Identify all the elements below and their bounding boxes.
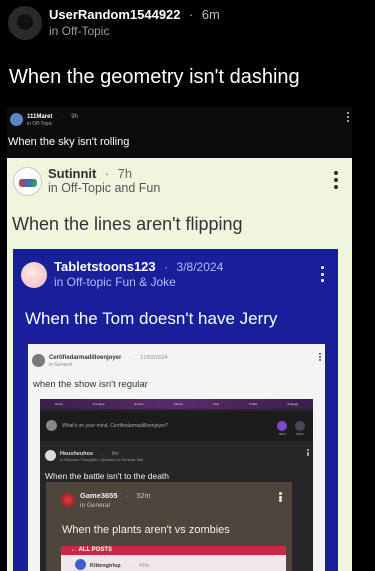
user-avatar[interactable]: [8, 6, 42, 40]
post-title: When the geometry isn't dashing: [9, 66, 300, 88]
nested-post-username: Kittengirlsp: [90, 563, 121, 569]
nested-post-header: 111Maret · 9h in Off-Topic: [10, 110, 350, 128]
separator-dot: ·: [60, 114, 63, 120]
nested-post-image: Game3655 · 52m in General When the plant…: [46, 482, 292, 571]
nested-post-meta: Game3655 · 52m in General: [80, 489, 150, 510]
nested-post-community: in Off-Topic: [27, 121, 53, 127]
post-meta: UserRandom1544922 · 6m in Off-Topic: [49, 7, 220, 39]
all-posts-back-link: ← ALL POSTS: [71, 547, 113, 553]
nav-tab: Home: [54, 402, 63, 406]
nested-post-title: When the Tom doesn't have Jerry: [25, 309, 278, 328]
compose-box: What's on your mind, Certifiedarmadilloe…: [40, 411, 313, 441]
nested-post-time: 7h: [117, 166, 133, 181]
nested-post-meta: Kittengirlsp · 47m: [90, 560, 149, 569]
nav-tab: Settings: [287, 402, 299, 406]
poll-icon: [295, 421, 305, 431]
nav-tab: Profile: [248, 402, 258, 406]
nested-post-username: Sutinnit: [48, 166, 97, 181]
post-community[interactable]: in Off-Topic: [49, 23, 220, 39]
nested-post-meta: Tabletstoons123 · 3/8/2024 in Off-topic …: [54, 259, 223, 290]
user-avatar: [61, 492, 75, 507]
user-avatar: [21, 261, 47, 288]
nested-post-community: in Off-topic Fun & Joke: [54, 275, 176, 289]
nested-post-title: when the show isn't regular: [33, 379, 148, 390]
more-options-icon: [279, 492, 282, 502]
user-avatar: [46, 420, 57, 431]
nested-post-image: Home Trending Events Games Chat Profile …: [40, 399, 313, 571]
nested-post-time: 17/02/2024: [140, 355, 168, 361]
nested-post-title: When the sky isn't rolling: [8, 136, 130, 148]
nested-post-time: 9h: [71, 114, 78, 120]
nested-post-username: 111Maret: [27, 114, 53, 120]
nested-post-community: in General: [80, 502, 110, 509]
separator-dot: ·: [188, 7, 194, 22]
nested-post-community: in Random Thoughts | Opinions & General …: [60, 457, 144, 462]
nav-tab-bar: Home Trending Events Games Chat Profile …: [40, 399, 313, 409]
nested-post-time: 52m: [136, 493, 151, 500]
nested-post-meta: Heusheuhos · 9m in Random Thoughts | Opi…: [60, 448, 143, 463]
nested-post-image: ← ALL POSTS Kittengirlsp · 47m: [61, 546, 286, 571]
more-options-icon: [346, 112, 350, 122]
more-options-icon: [334, 171, 338, 189]
nested-post-header: Tabletstoons123 · 3/8/2024 in Off-topic …: [21, 259, 331, 290]
separator-dot: ·: [164, 260, 169, 274]
nav-tab: Chat: [212, 402, 220, 406]
nested-post-community: in Off-Topic and Fun: [48, 181, 161, 195]
nested-post-username: Certifiedarmadilloenjoyer: [49, 355, 122, 361]
nested-post-image: Tabletstoons123 · 3/8/2024 in Off-topic …: [13, 249, 338, 571]
nested-post-header: Heusheuhos · 9m in Random Thoughts | Opi…: [45, 448, 305, 463]
separator-dot: ·: [129, 355, 132, 361]
nav-tab: Games: [173, 402, 183, 406]
nested-post-username: Game3655: [80, 491, 118, 500]
post-time: 6m: [201, 7, 220, 22]
post-header: UserRandom1544922 · 6m in Off-Topic: [8, 6, 368, 40]
text-post-icon: [277, 421, 287, 431]
nested-post-username: Tabletstoons123: [54, 259, 156, 274]
nested-post-title: When the lines aren't flipping: [12, 214, 243, 234]
separator-dot: ·: [104, 166, 110, 181]
more-options-icon: [306, 449, 309, 456]
nested-post-meta: Certifiedarmadilloenjoyer · 17/02/2024 i…: [49, 351, 168, 369]
nav-tab: Events: [134, 402, 144, 406]
nested-post-meta: 111Maret · 9h in Off-Topic: [27, 110, 78, 128]
back-bar: ← ALL POSTS: [61, 546, 286, 555]
nested-post-time: 47m: [139, 563, 149, 569]
user-avatar: [13, 166, 42, 196]
nested-post-header: Kittengirlsp · 47m: [75, 559, 275, 570]
more-options-icon: [320, 266, 324, 282]
separator-dot: ·: [125, 493, 129, 500]
nested-post-header: Sutinnit · 7h in Off-Topic and Fun: [13, 166, 343, 196]
user-avatar: [32, 353, 45, 367]
nested-post-meta: Sutinnit · 7h in Off-Topic and Fun: [48, 166, 160, 196]
nested-post-community: in General: [49, 362, 73, 368]
more-options-icon: [318, 353, 321, 361]
poll-label: POLL: [296, 432, 304, 436]
user-avatar: [75, 559, 86, 570]
compose-placeholder: What's on your mind, Certifiedarmadilloe…: [62, 423, 169, 429]
nested-post-title: When the plants aren't vs zombies: [62, 524, 230, 536]
post-image[interactable]: 111Maret · 9h in Off-Topic When the sky …: [7, 107, 352, 571]
nested-post-time: 3/8/2024: [176, 260, 224, 274]
nested-post-image: Certifiedarmadilloenjoyer · 17/02/2024 i…: [28, 344, 325, 571]
text-post-label: TEXT: [278, 432, 286, 436]
nested-post-title: When the battle isn't to the death: [45, 471, 170, 481]
nested-post-header: Game3655 · 52m in General: [61, 489, 286, 510]
post-username[interactable]: UserRandom1544922: [49, 7, 181, 22]
user-avatar: [45, 450, 56, 461]
nested-post-header: Certifiedarmadilloenjoyer · 17/02/2024 i…: [32, 351, 322, 369]
nav-tab: Trending: [92, 402, 105, 406]
separator-dot: ·: [129, 563, 131, 569]
user-avatar: [10, 112, 23, 126]
